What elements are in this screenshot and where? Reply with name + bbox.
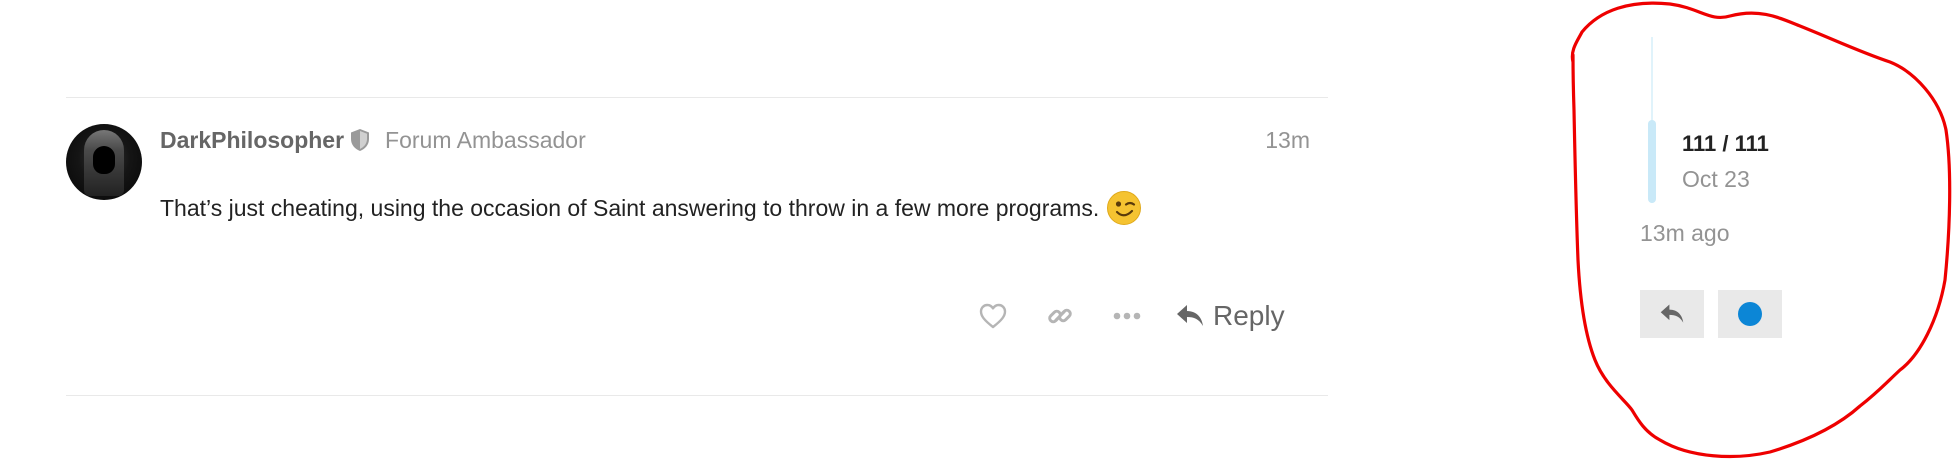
- heart-icon[interactable]: [975, 298, 1011, 334]
- ellipsis-icon[interactable]: [1109, 298, 1145, 334]
- post-divider-bottom: [66, 395, 1328, 396]
- reply-icon: [1660, 304, 1684, 323]
- username[interactable]: DarkPhilosopher: [160, 127, 344, 154]
- avatar-face: [93, 146, 115, 174]
- post-actions: Reply: [975, 294, 1285, 338]
- post-header: DarkPhilosopher Forum Ambassador: [160, 125, 586, 155]
- timeline-last-activity[interactable]: 13m ago: [1640, 220, 1730, 247]
- reply-icon: [1177, 305, 1203, 326]
- link-icon[interactable]: [1042, 298, 1078, 334]
- post-body: That’s just cheating, using the occasion…: [160, 190, 1142, 226]
- user-title: Forum Ambassador: [385, 126, 586, 153]
- timeline-reply-button[interactable]: [1640, 290, 1704, 338]
- post-time[interactable]: 13m: [1245, 125, 1310, 155]
- annotation-circle: [1570, 1, 1952, 459]
- notification-button[interactable]: [1718, 290, 1782, 338]
- avatar[interactable]: [66, 124, 142, 200]
- reply-button[interactable]: Reply: [1175, 300, 1285, 332]
- blue-dot-icon: [1738, 302, 1762, 326]
- reply-label: Reply: [1213, 300, 1285, 331]
- winking-face-icon: [1106, 190, 1142, 226]
- post-text: That’s just cheating, using the occasion…: [160, 195, 1100, 221]
- topic-page: DarkPhilosopher Forum Ambassador 13m Tha…: [0, 0, 1953, 461]
- timeline-handle[interactable]: [1648, 120, 1656, 203]
- timeline-date: Oct 23: [1682, 166, 1750, 192]
- post-divider-top: [66, 97, 1328, 98]
- timeline-position: 111 / 111: [1682, 131, 1769, 156]
- shield-icon: [349, 128, 371, 152]
